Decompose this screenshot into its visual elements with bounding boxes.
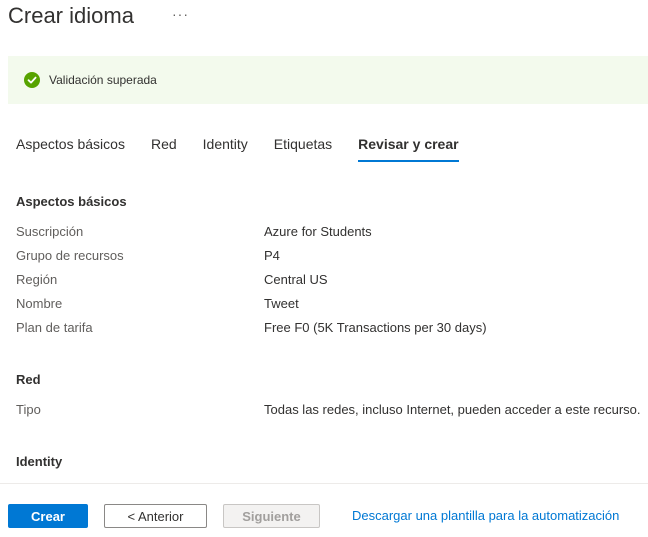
- page-header: Crear idioma: [8, 0, 134, 32]
- more-options-icon[interactable]: ···: [172, 6, 189, 22]
- row-label: Nombre: [16, 296, 63, 311]
- summary-row-network-type: Tipo Todas las redes, incluso Internet, …: [16, 402, 648, 422]
- next-button: Siguiente: [223, 504, 320, 528]
- row-label: Plan de tarifa: [16, 320, 93, 335]
- summary-row-pricing-tier: Plan de tarifa Free F0 (5K Transactions …: [16, 320, 648, 340]
- row-value: Todas las redes, incluso Internet, puede…: [264, 402, 641, 417]
- download-template-link[interactable]: Descargar una plantilla para la automati…: [352, 508, 619, 523]
- tab-basics[interactable]: Aspectos básicos: [16, 128, 125, 162]
- tab-bar: Aspectos básicos Red Identity Etiquetas …: [16, 128, 485, 164]
- tab-review-create[interactable]: Revisar y crear: [358, 128, 460, 162]
- row-label: Región: [16, 272, 58, 287]
- summary-row-name: Nombre Tweet: [16, 296, 648, 316]
- row-value: P4: [264, 248, 280, 263]
- row-label: Tipo: [16, 402, 41, 417]
- row-value: Azure for Students: [264, 224, 372, 239]
- previous-button[interactable]: < Anterior: [104, 504, 207, 528]
- check-circle-icon: [24, 72, 40, 88]
- validation-banner: Validación superada: [8, 56, 648, 104]
- validation-message: Validación superada: [49, 73, 157, 87]
- summary-row-subscription: Suscripción Azure for Students: [16, 224, 648, 244]
- section-title-basics: Aspectos básicos: [16, 194, 127, 209]
- tab-network[interactable]: Red: [151, 128, 177, 162]
- section-title-identity: Identity: [16, 454, 63, 469]
- row-value: Central US: [264, 272, 328, 287]
- tab-tags[interactable]: Etiquetas: [274, 128, 332, 162]
- row-value: Tweet: [264, 296, 299, 311]
- row-value: Free F0 (5K Transactions per 30 days): [264, 320, 487, 335]
- tab-identity[interactable]: Identity: [203, 128, 248, 162]
- summary-row-region: Región Central US: [16, 272, 648, 292]
- page-title: Crear idioma: [8, 3, 134, 28]
- section-title-network: Red: [16, 372, 41, 387]
- row-label: Grupo de recursos: [16, 248, 124, 263]
- create-button[interactable]: Crear: [8, 504, 88, 528]
- row-label: Suscripción: [16, 224, 84, 239]
- footer-bar: Crear < Anterior Siguiente Descargar una…: [0, 483, 648, 537]
- summary-row-resource-group: Grupo de recursos P4: [16, 248, 648, 268]
